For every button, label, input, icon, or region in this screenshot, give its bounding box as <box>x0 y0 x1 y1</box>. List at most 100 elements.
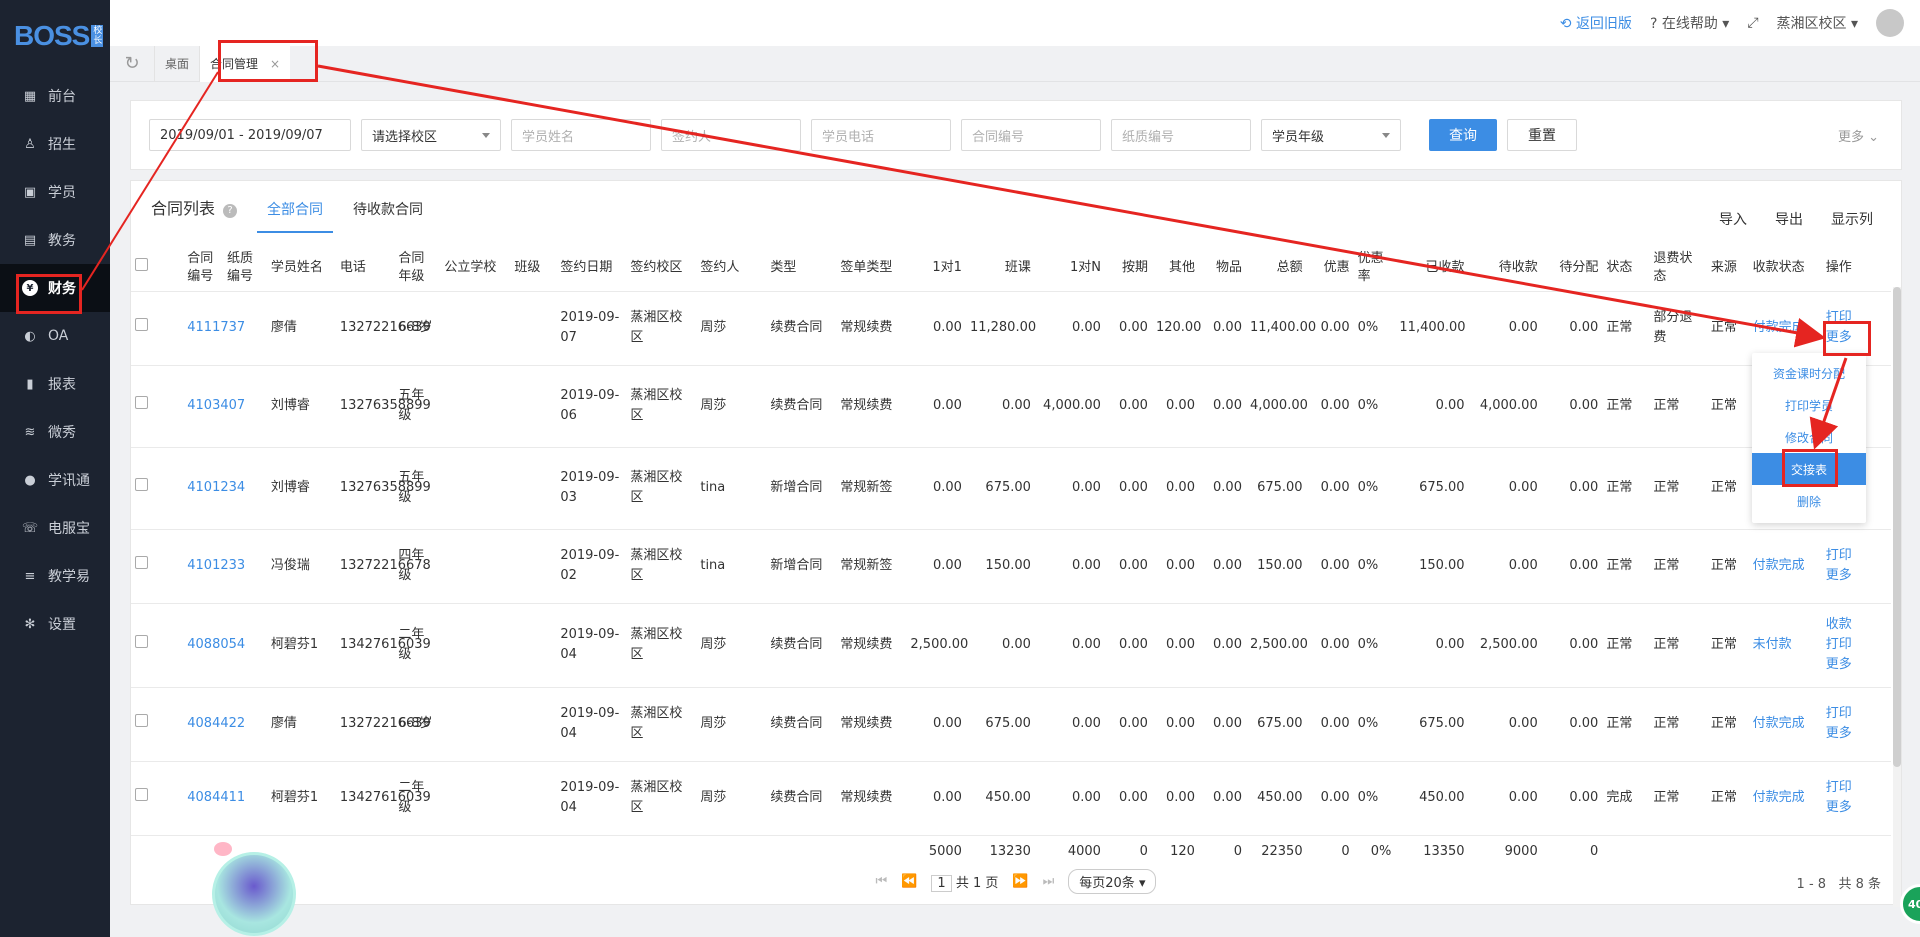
import-button[interactable]: 导入 <box>1719 209 1747 229</box>
cell-no[interactable]: 4103407 <box>183 365 245 448</box>
back-old-version-link[interactable]: ⟲ 返回旧版 <box>1560 13 1632 33</box>
tab-pending-contracts[interactable]: 待收款合同 <box>343 199 433 233</box>
fullscreen-icon[interactable]: ⤢ <box>1747 15 1758 31</box>
column-header: 退费状态 <box>1649 245 1707 292</box>
export-button[interactable]: 导出 <box>1775 209 1803 229</box>
cell-campus: 蒸湘区校区 <box>626 687 697 762</box>
prev-page-icon[interactable]: ⏪ <box>901 874 917 889</box>
refresh-icon[interactable]: ↻ <box>110 53 154 74</box>
cell-cls <box>510 687 557 762</box>
menu-item[interactable]: 删除 <box>1752 485 1866 517</box>
cell-pay_status[interactable]: 付款完成 <box>1748 529 1822 604</box>
row-checkbox[interactable] <box>135 556 148 569</box>
next-page-icon[interactable]: ⏩ <box>1012 874 1028 889</box>
table-row[interactable]: 4103407 刘博睿 13276358899 五年级 2019-09-06 蒸湘区校区周… <box>131 365 1891 448</box>
sidebar-item[interactable]: ≡ 教学易 <box>0 552 110 600</box>
sidebar-item[interactable]: ▦ 前台 <box>0 72 110 120</box>
vertical-scrollbar[interactable] <box>1893 287 1901 907</box>
contract-no-input[interactable]: 合同编号 <box>961 119 1101 151</box>
sidebar-item[interactable]: ♙ 招生 <box>0 120 110 168</box>
cell-no[interactable]: 4088054 <box>183 603 245 688</box>
page-number-input[interactable]: 1 <box>931 874 952 892</box>
table-row[interactable]: 4101233 冯俊瑞 13272216678 四年级 2019-09-02 蒸湘区校区 t… <box>131 529 1891 604</box>
cell-no[interactable]: 4084422 <box>183 687 245 762</box>
query-button[interactable]: 查询 <box>1429 119 1497 151</box>
sidebar-item[interactable]: ≋ 微秀 <box>0 408 110 456</box>
cell-no[interactable]: 4101233 <box>183 529 245 604</box>
menu-item[interactable]: 资金课时分配 <box>1752 357 1866 389</box>
tab-all-contracts[interactable]: 全部合同 <box>257 199 334 233</box>
row-action-link[interactable]: 更多 <box>1826 655 1887 675</box>
column-header: 操作 <box>1821 245 1891 292</box>
row-action-link[interactable]: 打印 <box>1826 704 1887 724</box>
show-columns-button[interactable]: 显示列 <box>1831 209 1873 229</box>
last-page-icon[interactable]: ⏭ <box>1043 874 1055 889</box>
mascot-avatar-icon[interactable] <box>212 852 296 936</box>
first-page-icon[interactable]: ⏮ <box>876 874 888 889</box>
table-row[interactable]: 4101234 刘博睿 13276358899 五年级 2019-09-03 蒸湘区校区 t… <box>131 447 1891 530</box>
row-checkbox[interactable] <box>135 318 148 331</box>
avatar[interactable] <box>1876 9 1904 37</box>
cell-pay_status[interactable]: 付款完成 <box>1748 761 1822 836</box>
row-action-link[interactable]: 打印 <box>1826 635 1887 655</box>
table-row[interactable]: 4084411 柯碧芬1 13427616039 二年级 2019-09-04 蒸湘区校区… <box>131 761 1891 836</box>
sidebar-item[interactable]: ▣ 学员 <box>0 168 110 216</box>
sidebar-item[interactable]: ◐ OA <box>0 312 110 360</box>
row-action-link[interactable]: 更多 <box>1826 566 1887 586</box>
table-row[interactable]: 4084422 廖倩 13272216639 6-8岁 2019-09-04 蒸湘区校区周… <box>131 687 1891 762</box>
table-row[interactable]: 4111737 廖倩 13272216639 6-8岁 2019-09-07 蒸湘区校区周… <box>131 291 1891 366</box>
row-checkbox[interactable] <box>135 788 148 801</box>
cell-school <box>440 365 511 448</box>
cell-pay_status[interactable]: 未付款 <box>1748 603 1822 688</box>
sidebar-item[interactable]: ☏ 电服宝 <box>0 504 110 552</box>
cell-no[interactable]: 4084411 <box>183 761 245 836</box>
online-help-menu[interactable]: ? 在线帮助 ▾ <box>1650 13 1729 33</box>
sidebar-item[interactable]: ● 学讯通 <box>0 456 110 504</box>
date-range-input[interactable]: 2019/09/01 - 2019/09/07 <box>149 119 351 151</box>
paper-no-input[interactable]: 纸质编号 <box>1111 119 1251 151</box>
select-all-checkbox[interactable] <box>135 258 148 272</box>
row-checkbox[interactable] <box>135 714 148 727</box>
column-header: 公立学校 <box>440 245 511 292</box>
app-logo[interactable]: BOSS 校长 <box>0 0 110 72</box>
row-action-link[interactable]: 更多 <box>1826 798 1887 818</box>
cell-school <box>440 687 511 762</box>
student-name-input[interactable]: 学员姓名 <box>511 119 651 151</box>
student-phone-input[interactable]: 学员电话 <box>811 119 951 151</box>
campus-select[interactable]: 请选择校区 <box>361 119 501 151</box>
cell-no[interactable]: 4101234 <box>183 447 245 530</box>
cell-no[interactable]: 4111737 <box>183 291 245 366</box>
cell-total: 2,500.00 <box>1245 603 1308 688</box>
sidebar-item[interactable]: ✻ 设置 <box>0 600 110 648</box>
cell-disc: 0.00 <box>1306 447 1354 530</box>
sidebar-item[interactable]: ▤ 教务 <box>0 216 110 264</box>
row-checkbox[interactable] <box>135 635 148 648</box>
row-action-link[interactable]: 更多 <box>1826 724 1887 744</box>
cell-class: 675.00 <box>965 687 1035 762</box>
page-size-select[interactable]: 每页20条 ▾ <box>1068 868 1157 894</box>
row-action-link[interactable]: 打印 <box>1826 778 1887 798</box>
grade-select[interactable]: 学员年级 <box>1261 119 1401 151</box>
row-action-link[interactable]: 收款 <box>1826 615 1887 635</box>
scrollbar-thumb[interactable] <box>1893 287 1901 767</box>
cell-period: 0.00 <box>1104 603 1152 688</box>
campus-selector[interactable]: 蒸湘区校区 ▾ <box>1777 13 1858 33</box>
cell-pending: 0.00 <box>1468 687 1542 762</box>
notification-badge[interactable]: 40 <box>1900 884 1920 924</box>
row-checkbox[interactable] <box>135 478 148 491</box>
row-checkbox[interactable] <box>135 396 148 409</box>
help-icon[interactable]: ? <box>223 204 238 218</box>
tab-desk[interactable]: 桌面 <box>154 45 199 82</box>
menu-item[interactable]: 打印学员 <box>1752 389 1866 421</box>
cell-o2n: 4,000.00 <box>1034 365 1105 448</box>
row-action-link[interactable]: 打印 <box>1826 546 1887 566</box>
cell-cls <box>510 761 557 836</box>
table-row[interactable]: 4088054 柯碧芬1 13427616039 二年级 2019-09-04 蒸湘区校区… <box>131 603 1891 688</box>
more-filters-toggle[interactable]: 更多 ⌄ <box>1838 126 1879 145</box>
reset-button[interactable]: 重置 <box>1507 119 1577 151</box>
cell-date: 2019-09-04 <box>556 687 627 762</box>
sidebar-item[interactable]: ▮ 报表 <box>0 360 110 408</box>
cell-pay_status[interactable]: 付款完成 <box>1748 687 1822 762</box>
signer-input[interactable]: 签约人 <box>661 119 801 151</box>
cell-type: 续费合同 <box>766 291 837 366</box>
